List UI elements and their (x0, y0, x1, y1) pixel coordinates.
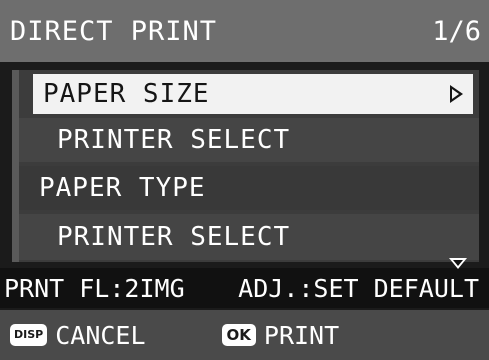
ok-key-icon: OK (221, 324, 256, 346)
disp-key-icon: DISP (10, 324, 48, 346)
menu-item-value: PRINTER SELECT (57, 125, 291, 155)
print-file-count: PRNT FL:2IMG (4, 273, 185, 303)
cancel-button[interactable]: DISP CANCEL (10, 321, 146, 350)
menu-item-paper-type[interactable]: PAPER TYPE (19, 166, 479, 210)
menu-item-paper-type-value[interactable]: PRINTER SELECT (19, 214, 479, 260)
scroll-down-icon (449, 258, 467, 269)
print-button[interactable]: OK PRINT (221, 320, 340, 350)
print-label: PRINT (263, 320, 340, 350)
header-bar: DIRECT PRINT 1/6 (0, 0, 489, 62)
settings-menu: PAPER SIZE PRINTER SELECT PAPER TYPE PRI… (12, 70, 479, 262)
menu-item-value: PRINTER SELECT (57, 222, 291, 252)
adjust-hint: ADJ.:SET DEFAULT (238, 273, 479, 303)
direct-print-screen: DIRECT PRINT 1/6 PAPER SIZE PRINTER SELE… (0, 0, 489, 360)
menu-item-label: PAPER TYPE (39, 173, 206, 203)
menu-item-label: PAPER SIZE (43, 79, 210, 109)
cancel-label: CANCEL (55, 320, 146, 350)
menu-item-paper-size-value[interactable]: PRINTER SELECT (19, 118, 479, 162)
footer-bar: DISP CANCEL OK PRINT (0, 310, 489, 360)
chevron-right-icon (450, 85, 463, 103)
screen-title: DIRECT PRINT (10, 15, 218, 47)
page-indicator: 1/6 (432, 15, 481, 47)
status-line: PRNT FL:2IMG ADJ.:SET DEFAULT (0, 268, 489, 308)
menu-item-paper-size[interactable]: PAPER SIZE (33, 74, 473, 114)
